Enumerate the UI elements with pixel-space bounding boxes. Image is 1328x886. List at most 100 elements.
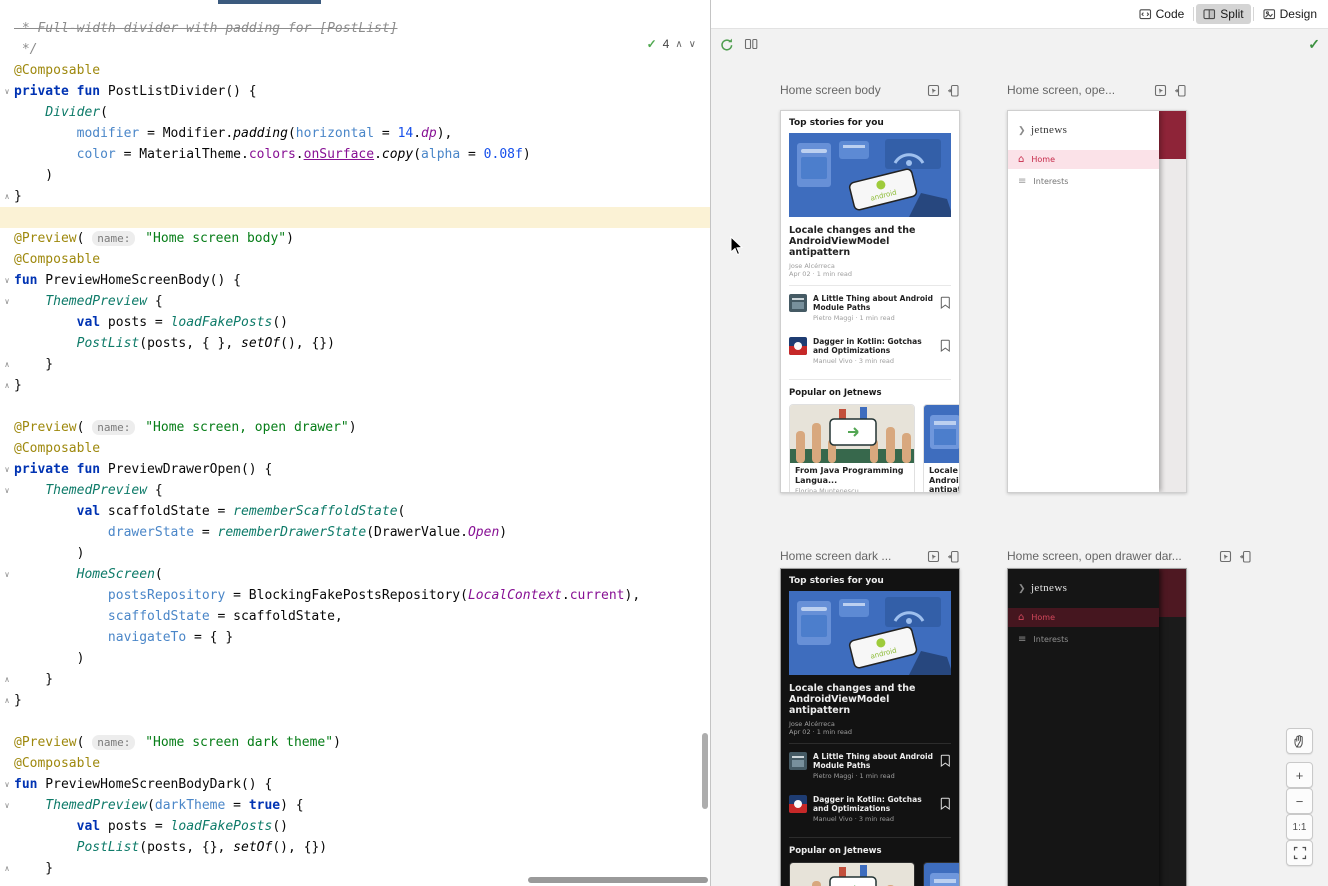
preview-card-home-screen-body[interactable]: Top stories for you Locale changes and t… xyxy=(780,110,960,493)
article-thumbnail xyxy=(789,337,807,355)
code-line[interactable] xyxy=(0,711,710,732)
code-line[interactable]: ) xyxy=(0,165,710,186)
preview-card-home-screen-open-drawer[interactable]: ❯ jetnews ⌂ Home ≡ Interests xyxy=(1007,110,1187,493)
preview-canvas[interactable]: Home screen body Home screen, ope... Hom… xyxy=(711,58,1328,886)
view-mode-label: Code xyxy=(1156,7,1185,21)
interactive-preview-icon[interactable] xyxy=(927,550,940,563)
code-line[interactable]: ∨ ThemedPreview { xyxy=(0,291,710,312)
refresh-previews-icon[interactable] xyxy=(719,37,734,52)
fold-marker[interactable]: ∧ xyxy=(0,858,14,879)
deploy-preview-icon[interactable] xyxy=(1174,84,1187,97)
fold-marker[interactable]: ∨ xyxy=(0,459,14,480)
gutter-cell xyxy=(0,60,14,81)
code-line[interactable]: ∧ } xyxy=(0,858,710,879)
zoom-in-button[interactable]: + xyxy=(1286,762,1313,788)
fold-marker[interactable]: ∧ xyxy=(0,690,14,711)
code-line[interactable]: ∧} xyxy=(0,375,710,396)
design-view-icon xyxy=(1263,8,1276,21)
view-mode-code[interactable]: Code xyxy=(1132,4,1192,24)
code-line[interactable]: ∨ ThemedPreview(darkTheme = true) { xyxy=(0,795,710,816)
preview-title: Home screen body xyxy=(780,83,920,97)
code-line[interactable]: @Composable xyxy=(0,60,710,81)
fold-marker[interactable]: ∧ xyxy=(0,669,14,690)
preview-card-open-drawer-dark[interactable]: ❯ jetnews ⌂ Home ≡ Interests xyxy=(1007,568,1187,886)
zoom-out-button[interactable]: − xyxy=(1286,788,1313,814)
story-illustration xyxy=(789,591,951,675)
next-highlight-button[interactable]: ∨ xyxy=(689,39,696,50)
code-line[interactable]: ∧ } xyxy=(0,354,710,375)
code-line[interactable]: * Full-width divider with padding for [P… xyxy=(0,18,710,39)
interactive-preview-icon[interactable] xyxy=(1219,550,1232,563)
app-section-title: Top stories for you xyxy=(789,576,951,586)
code-line[interactable]: @Composable xyxy=(0,753,710,774)
code-line[interactable]: PostList(posts, {}, setOf(), {}) xyxy=(0,837,710,858)
code-line[interactable]: drawerState = rememberDrawerState(Drawer… xyxy=(0,522,710,543)
editor-vertical-scrollbar[interactable] xyxy=(702,733,708,809)
fold-marker[interactable]: ∨ xyxy=(0,774,14,795)
gutter-cell xyxy=(0,144,14,165)
code-line[interactable]: modifier = Modifier.padding(horizontal =… xyxy=(0,123,710,144)
code-editor-pane[interactable]: * Full-width divider with padding for [P… xyxy=(0,0,710,886)
story-headline: Locale changes and the AndroidViewModel … xyxy=(789,683,951,716)
code-line[interactable]: @Composable xyxy=(0,249,710,270)
article-item: Dagger in Kotlin: Gotchas and Optimizati… xyxy=(789,787,951,830)
view-mode-split[interactable]: Split xyxy=(1196,4,1250,24)
code-line[interactable]: */ xyxy=(0,39,710,60)
fold-marker[interactable]: ∨ xyxy=(0,564,14,585)
interactive-preview-icon[interactable] xyxy=(1154,84,1167,97)
deploy-preview-icon[interactable] xyxy=(1239,550,1252,563)
code-line[interactable]: @Preview( name: "Home screen dark theme"… xyxy=(0,732,710,753)
fold-marker[interactable]: ∧ xyxy=(0,186,14,207)
code-line[interactable]: ∧} xyxy=(0,186,710,207)
code-line[interactable]: ∨fun PreviewHomeScreenBody() { xyxy=(0,270,710,291)
code-line[interactable] xyxy=(0,207,710,228)
code-line[interactable]: @Composable xyxy=(0,438,710,459)
inspection-widget[interactable]: ✓ 4 ∧ ∨ xyxy=(643,36,700,52)
code-view-icon xyxy=(1139,8,1152,21)
code-line[interactable]: @Preview( name: "Home screen body") xyxy=(0,228,710,249)
editor-horizontal-scrollbar[interactable] xyxy=(528,877,708,883)
previous-highlight-button[interactable]: ∧ xyxy=(675,39,682,50)
fold-marker[interactable]: ∧ xyxy=(0,354,14,375)
code-line[interactable]: ) xyxy=(0,543,710,564)
code-line[interactable]: ) xyxy=(0,648,710,669)
fold-marker[interactable]: ∨ xyxy=(0,480,14,501)
zoom-ratio-button[interactable]: 1:1 xyxy=(1286,814,1313,840)
interactive-preview-icon[interactable] xyxy=(927,84,940,97)
code-line[interactable]: ∨private fun PostListDivider() { xyxy=(0,81,710,102)
code-line[interactable]: ∨fun PreviewHomeScreenBodyDark() { xyxy=(0,774,710,795)
fold-marker[interactable]: ∨ xyxy=(0,270,14,291)
code-line[interactable]: color = MaterialTheme.colors.onSurface.c… xyxy=(0,144,710,165)
code-line[interactable]: ∨private fun PreviewDrawerOpen() { xyxy=(0,459,710,480)
code-line[interactable]: ∧ } xyxy=(0,669,710,690)
popular-card-image xyxy=(924,405,960,463)
deploy-preview-icon[interactable] xyxy=(947,550,960,563)
code-line[interactable]: val posts = loadFakePosts() xyxy=(0,816,710,837)
code-line[interactable]: ∨ ThemedPreview { xyxy=(0,480,710,501)
article-item: Dagger in Kotlin: Gotchas and Optimizati… xyxy=(789,329,951,372)
code-line[interactable]: val scaffoldState = rememberScaffoldStat… xyxy=(0,501,710,522)
code-line[interactable]: scaffoldState = scaffoldState, xyxy=(0,606,710,627)
drawer-item-label: Interests xyxy=(1033,635,1068,644)
code-line[interactable] xyxy=(0,396,710,417)
layout-options-icon[interactable] xyxy=(744,37,758,51)
code-line[interactable]: @Preview( name: "Home screen, open drawe… xyxy=(0,417,710,438)
code-line[interactable]: val posts = loadFakePosts() xyxy=(0,312,710,333)
view-mode-design[interactable]: Design xyxy=(1256,4,1324,24)
pan-button[interactable] xyxy=(1286,728,1313,754)
code-lines[interactable]: * Full-width divider with padding for [P… xyxy=(0,0,710,879)
code-line[interactable]: PostList(posts, { }, setOf(), {}) xyxy=(0,333,710,354)
code-line[interactable]: navigateTo = { } xyxy=(0,627,710,648)
preview-card-home-screen-dark[interactable]: Top stories for you Locale changes and t… xyxy=(780,568,960,886)
fold-marker[interactable]: ∨ xyxy=(0,81,14,102)
fold-marker[interactable]: ∧ xyxy=(0,375,14,396)
active-file-tab-indicator[interactable] xyxy=(218,0,321,4)
zoom-fit-button[interactable] xyxy=(1286,840,1313,866)
fold-marker[interactable]: ∨ xyxy=(0,795,14,816)
fold-marker[interactable]: ∨ xyxy=(0,291,14,312)
code-line[interactable]: postsRepository = BlockingFakePostsRepos… xyxy=(0,585,710,606)
code-line[interactable]: Divider( xyxy=(0,102,710,123)
deploy-preview-icon[interactable] xyxy=(947,84,960,97)
code-line[interactable]: ∨ HomeScreen( xyxy=(0,564,710,585)
code-line[interactable]: ∧} xyxy=(0,690,710,711)
